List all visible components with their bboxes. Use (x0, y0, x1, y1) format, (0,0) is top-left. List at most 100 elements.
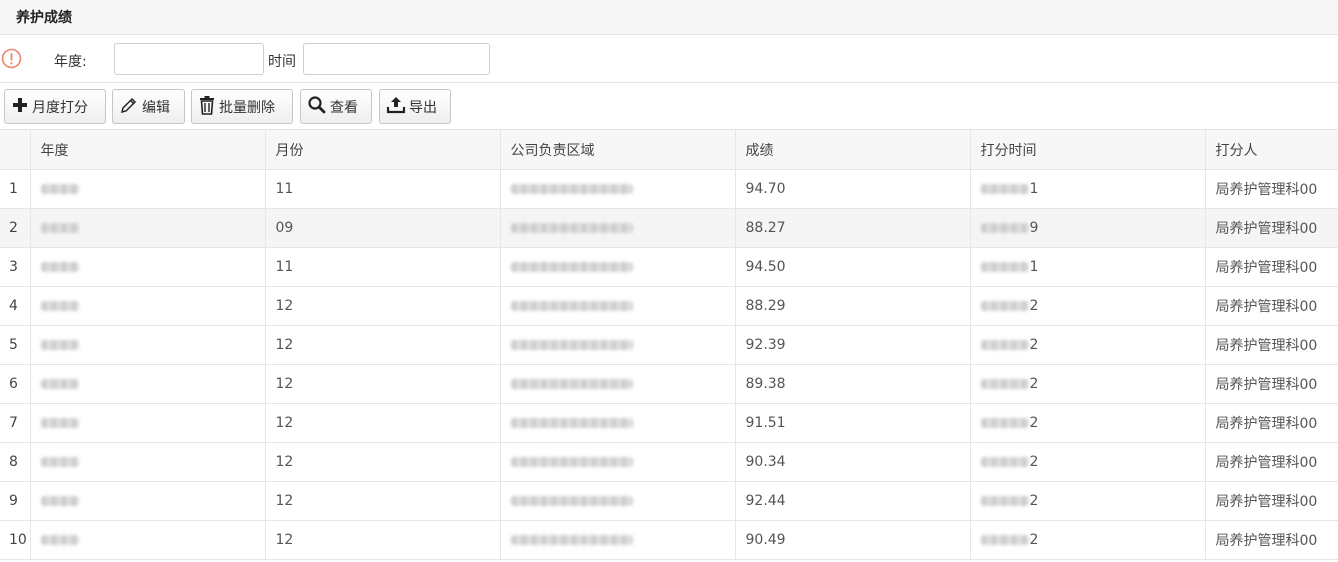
month-cell: 11 (265, 169, 501, 209)
redacted-year (40, 340, 79, 350)
score-time-cell: 2 (970, 442, 1206, 482)
scorer-cell: 局养护管理科00 (1205, 364, 1338, 404)
year-cell (30, 325, 266, 365)
table-row[interactable]: 6 12 89.38 2 局养护管理科00 (0, 364, 1338, 404)
year-cell (30, 442, 266, 482)
table-row[interactable]: 7 12 91.51 2 局养护管理科00 (0, 403, 1338, 443)
time-label: 时间 (268, 54, 296, 70)
score-time-tail: 2 (1029, 298, 1039, 314)
score-time-cell: 2 (970, 481, 1206, 521)
redacted-year (40, 262, 79, 272)
year-cell (30, 364, 266, 404)
row-index: 6 (0, 364, 31, 404)
score-time-tail: 1 (1029, 181, 1039, 197)
area-cell (500, 325, 736, 365)
score-time-cell: 2 (970, 286, 1206, 326)
table-row[interactable]: 4 12 88.29 2 局养护管理科00 (0, 286, 1338, 326)
year-cell (30, 520, 266, 560)
area-cell (500, 520, 736, 560)
year-input[interactable] (114, 43, 264, 75)
month-cell: 12 (265, 364, 501, 404)
redacted-area (510, 457, 633, 467)
table-row[interactable]: 10 12 90.49 2 局养护管理科00 (0, 520, 1338, 560)
score-cell: 92.44 (735, 481, 971, 521)
score-time-tail: 2 (1029, 415, 1039, 431)
edit-label: 编辑 (142, 99, 170, 116)
redacted-area (510, 418, 633, 428)
score-cell: 91.51 (735, 403, 971, 443)
month-cell: 12 (265, 286, 501, 326)
area-cell (500, 442, 736, 482)
scorer-cell: 局养护管理科00 (1205, 442, 1338, 482)
redacted-area (510, 184, 633, 194)
area-cell (500, 169, 736, 209)
score-cell: 90.34 (735, 442, 971, 482)
month-cell: 12 (265, 481, 501, 521)
export-label: 导出 (409, 99, 437, 116)
score-time-cell: 2 (970, 520, 1206, 560)
upload-icon (386, 95, 409, 119)
score-table: 年度 月份 公司负责区域 成绩 打分时间 打分人 1 11 94.70 1 局养护管理科… (0, 129, 1338, 560)
view-button[interactable]: 查看 (300, 89, 372, 124)
export-button[interactable]: 导出 (379, 89, 451, 124)
monthly-score-label: 月度打分 (32, 99, 88, 116)
redacted-area (510, 223, 633, 233)
scorer-cell: 局养护管理科00 (1205, 247, 1338, 287)
score-time-cell: 2 (970, 325, 1206, 365)
column-header-year[interactable]: 年度 (30, 129, 266, 170)
column-header-index (0, 129, 31, 170)
score-cell: 90.49 (735, 520, 971, 560)
redacted-year (40, 379, 79, 389)
score-time-tail: 1 (1029, 259, 1039, 275)
redacted-year (40, 301, 79, 311)
edit-button[interactable]: 编辑 (112, 89, 185, 124)
score-time-cell: 2 (970, 364, 1206, 404)
score-cell: 94.50 (735, 247, 971, 287)
batch-delete-label: 批量删除 (219, 99, 275, 116)
redacted-time (980, 184, 1029, 194)
redacted-time (980, 223, 1029, 233)
view-label: 查看 (330, 99, 358, 116)
panel-title: 养护成绩 (0, 0, 1338, 35)
row-index: 2 (0, 208, 31, 248)
batch-delete-button[interactable]: 批量删除 (191, 89, 293, 124)
score-cell: 88.27 (735, 208, 971, 248)
month-cell: 12 (265, 325, 501, 365)
pencil-icon (119, 95, 142, 119)
table-row[interactable]: 2 09 88.27 9 局养护管理科00 (0, 208, 1338, 248)
redacted-time (980, 379, 1029, 389)
magnifier-icon (307, 95, 330, 119)
redacted-area (510, 301, 633, 311)
scorer-cell: 局养护管理科00 (1205, 286, 1338, 326)
score-cell: 94.70 (735, 169, 971, 209)
year-cell (30, 403, 266, 443)
area-cell (500, 481, 736, 521)
table-row[interactable]: 8 12 90.34 2 局养护管理科00 (0, 442, 1338, 482)
month-cell: 09 (265, 208, 501, 248)
warning-icon (1, 48, 22, 69)
time-input[interactable] (303, 43, 490, 75)
area-cell (500, 247, 736, 287)
column-header-area[interactable]: 公司负责区域 (500, 129, 736, 170)
score-cell: 89.38 (735, 364, 971, 404)
scorer-cell: 局养护管理科00 (1205, 403, 1338, 443)
score-time-tail: 2 (1029, 493, 1039, 509)
redacted-time (980, 418, 1029, 428)
redacted-year (40, 184, 79, 194)
score-time-cell: 9 (970, 208, 1206, 248)
year-cell (30, 169, 266, 209)
column-header-scorer[interactable]: 打分人 (1205, 129, 1338, 170)
row-index: 8 (0, 442, 31, 482)
table-row[interactable]: 3 11 94.50 1 局养护管理科00 (0, 247, 1338, 287)
area-cell (500, 364, 736, 404)
column-header-month[interactable]: 月份 (265, 129, 501, 170)
table-row[interactable]: 9 12 92.44 2 局养护管理科00 (0, 481, 1338, 521)
table-row[interactable]: 5 12 92.39 2 局养护管理科00 (0, 325, 1338, 365)
column-header-score-time[interactable]: 打分时间 (970, 129, 1206, 170)
redacted-year (40, 457, 79, 467)
row-index: 1 (0, 169, 31, 209)
column-header-score[interactable]: 成绩 (735, 129, 971, 170)
search-bar: 年度: 时间 (0, 35, 1338, 83)
monthly-score-button[interactable]: 月度打分 (4, 89, 106, 124)
table-row[interactable]: 1 11 94.70 1 局养护管理科00 (0, 169, 1338, 209)
